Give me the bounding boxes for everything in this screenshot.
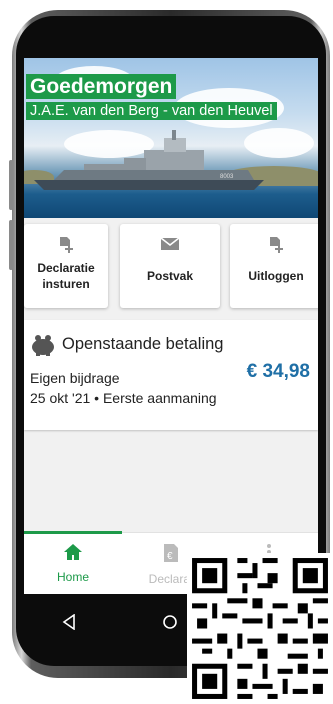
payment-amount: € 34,98: [246, 361, 310, 382]
logout-document-icon: [266, 236, 286, 254]
back-icon[interactable]: [62, 613, 76, 635]
payment-description: Eigen bijdrage: [30, 370, 120, 386]
side-button: [9, 160, 13, 210]
payment-title: Openstaande betaling: [62, 335, 224, 353]
piggy-bank-icon: [30, 334, 56, 361]
logout-button[interactable]: Uitloggen: [230, 224, 318, 308]
active-tab-indicator: [24, 531, 122, 534]
action-cards: Declaratie insturen Postvak Uitloggen: [24, 224, 318, 310]
nav-home[interactable]: Home: [24, 543, 122, 584]
document-plus-icon: [56, 236, 76, 254]
hero-banner: 8003 Goedemorgen J.A.E. van den Berg - v…: [24, 58, 318, 218]
ship-image: 8003: [34, 130, 264, 190]
inbox-label: Postvak: [146, 269, 194, 283]
euro-document-icon: €: [164, 544, 178, 562]
outstanding-payment-card[interactable]: Openstaande betaling Eigen bijdrage 25 o…: [24, 320, 318, 430]
greeting-title: Goedemorgen: [26, 74, 177, 99]
inbox-button[interactable]: Postvak: [120, 224, 220, 308]
app-screen: 8003 Goedemorgen J.A.E. van den Berg - v…: [24, 58, 318, 594]
ship-number: 8003: [220, 174, 234, 180]
submit-claim-button[interactable]: Declaratie insturen: [24, 224, 108, 308]
home-icon: [64, 544, 82, 560]
side-button: [9, 220, 13, 270]
qr-code-image: [187, 553, 333, 704]
user-name: J.A.E. van den Berg - van den Heuvel: [26, 102, 277, 120]
payment-date-status: 25 okt '21 • Eerste aanmaning: [30, 390, 217, 406]
logout-label: Uitloggen: [248, 269, 304, 283]
nav-home-label: Home: [56, 570, 89, 584]
envelope-icon: [160, 236, 180, 254]
home-system-icon[interactable]: [162, 614, 178, 635]
svg-text:€: €: [167, 551, 173, 562]
submit-claim-label: Declaratie insturen: [37, 261, 95, 291]
